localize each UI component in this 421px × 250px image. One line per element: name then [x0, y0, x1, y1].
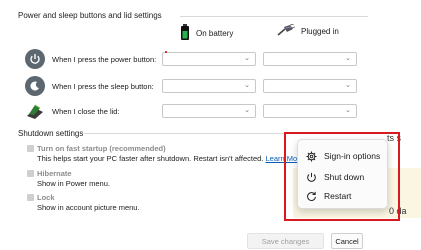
row-label-sleep-button: When I press the sleep button: — [52, 82, 154, 91]
lock-checkbox[interactable] — [27, 194, 34, 201]
save-changes-button[interactable]: Save changes — [247, 233, 324, 249]
sleep-button-plugged-dropdown[interactable]: ⌄ — [263, 79, 357, 93]
plug-icon — [277, 23, 296, 38]
power-button-battery-dropdown[interactable]: ⌄ — [162, 51, 256, 66]
lid-plugged-dropdown[interactable]: ⌄ — [263, 104, 357, 118]
chevron-down-icon: ⌄ — [244, 82, 250, 89]
fast-startup-checkbox[interactable] — [27, 145, 34, 152]
power-button-plugged-dropdown[interactable]: ⌄ — [263, 52, 357, 66]
power-button-icon — [25, 49, 45, 69]
row-label-power-button: When I press the power button: — [52, 55, 157, 64]
chevron-down-icon: ⌄ — [244, 107, 250, 114]
chevron-down-icon: ⌄ — [244, 55, 250, 62]
section-divider — [180, 16, 368, 17]
cancel-button[interactable]: Cancel — [331, 233, 363, 249]
lid-close-icon — [25, 101, 45, 121]
section-title-shutdown: Shutdown settings — [18, 129, 84, 138]
section-divider — [84, 133, 284, 134]
battery-icon — [180, 24, 190, 42]
hibernate-checkbox[interactable] — [27, 170, 34, 177]
column-header-battery: On battery — [180, 24, 233, 42]
indicator-dot — [165, 51, 167, 53]
highlight-box — [284, 132, 400, 221]
chevron-down-icon: ⌄ — [345, 107, 351, 114]
sleep-button-battery-dropdown[interactable]: ⌄ — [162, 79, 256, 93]
column-header-plugged: Plugged in — [277, 23, 339, 38]
sleep-button-icon — [25, 76, 45, 96]
section-title-power-buttons: Power and sleep buttons and lid settings — [18, 11, 162, 20]
lid-battery-dropdown[interactable]: ⌄ — [162, 104, 256, 118]
row-label-lid: When I close the lid: — [52, 107, 120, 116]
chevron-down-icon: ⌄ — [345, 55, 351, 62]
chevron-down-icon: ⌄ — [345, 82, 351, 89]
